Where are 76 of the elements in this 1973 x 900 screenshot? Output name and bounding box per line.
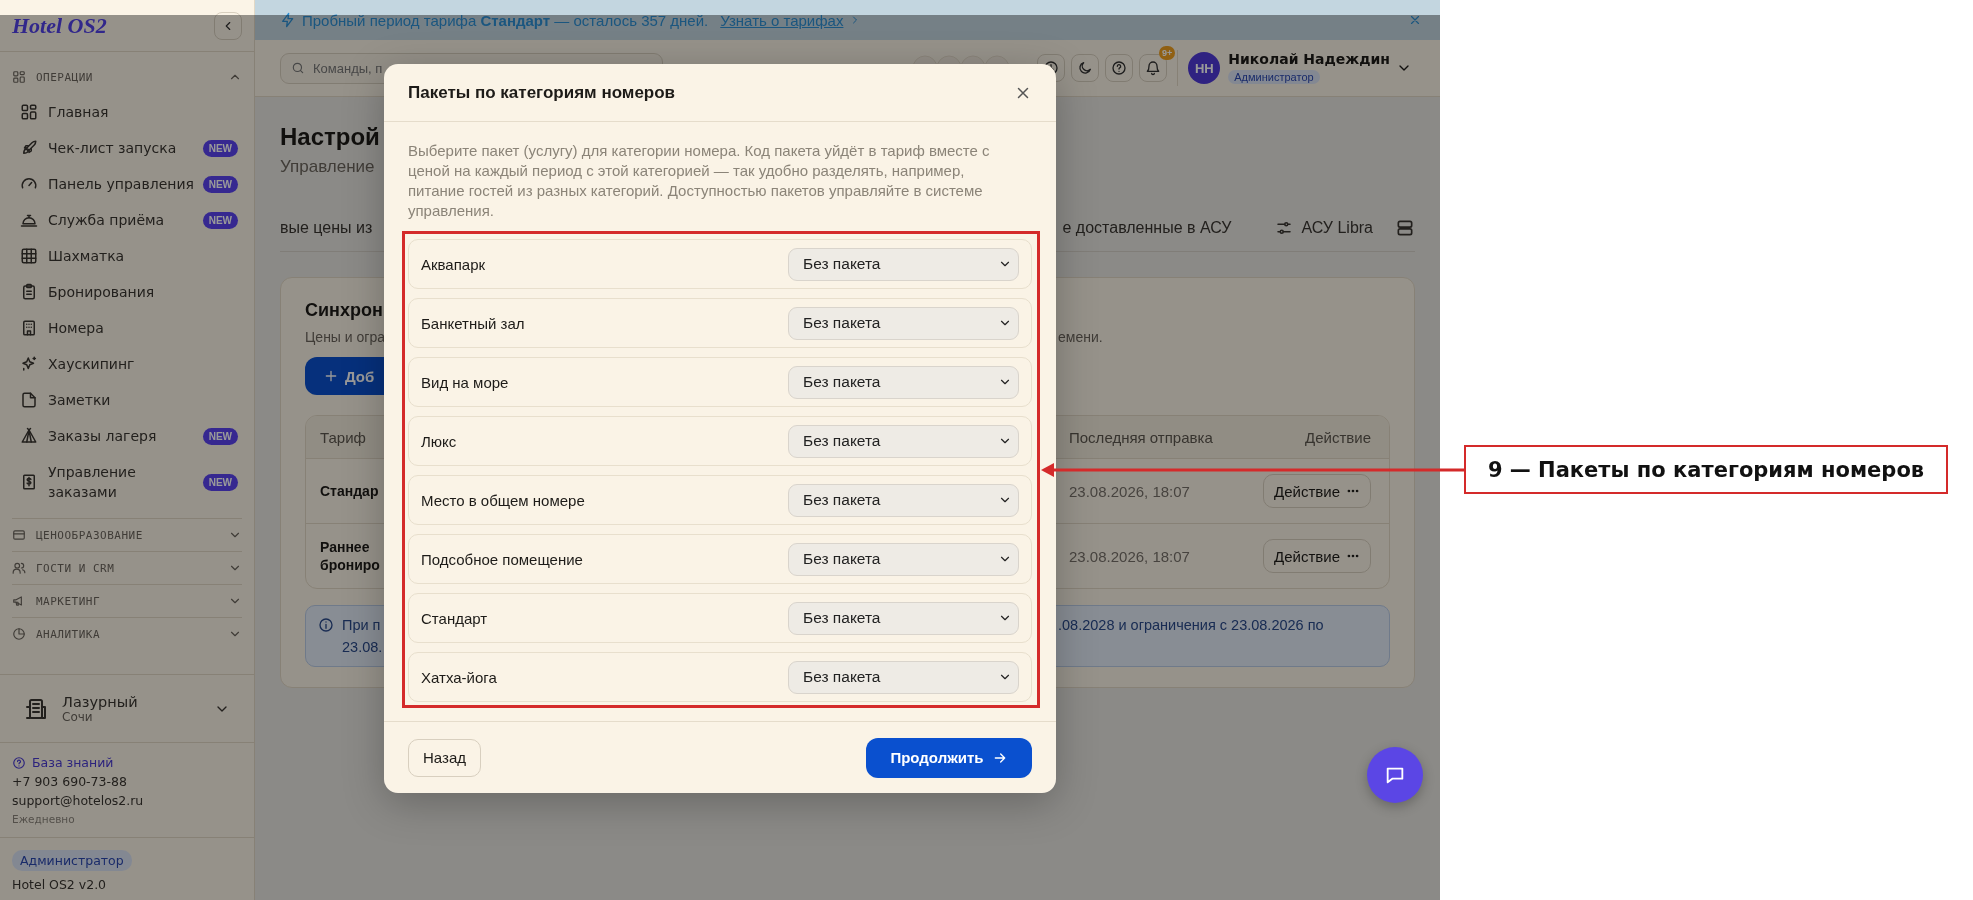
table-cell-text: Стандар [320,482,380,500]
package-select[interactable]: Без пакета [788,601,1019,635]
knowledge-base-link[interactable]: База знаний [12,753,114,772]
package-select[interactable]: Без пакета [788,424,1019,458]
column-header: Действие [1305,428,1371,446]
package-select[interactable]: Без пакета [788,483,1019,517]
category-name: Люкс [421,432,457,450]
tab[interactable]: вые цены из [280,219,373,237]
notice-text: При п [342,617,381,633]
category-name: Хатха-йога [421,668,497,686]
notice-text: 23.08. [342,638,383,657]
continue-button[interactable]: Продолжить [866,737,1032,778]
sidebar-item[interactable]: Хаускипинг [12,346,242,382]
back-button[interactable]: Назад [408,738,481,777]
banner-text: Пробный период тарифа Стандарт — осталось 357 дней. [302,11,709,29]
notice-text: .08.2028 и ограничения с 23.08.2026 по [1058,616,1324,635]
user-name: Николай Надеждин [1228,51,1390,67]
sidebar-item[interactable]: Панель управления [12,166,199,202]
notification-badge: 9+ [1159,46,1176,60]
sidebar-item[interactable]: Заметки [12,382,242,418]
role-badge: Администратор [12,850,132,871]
package-select[interactable]: Без пакета [788,306,1019,340]
action-button[interactable]: Действие [1263,474,1371,508]
section-header[interactable]: ЦЕНООБРАЗОВАНИЕ [12,518,242,551]
category-name: Подсобное помещение [421,550,583,568]
property-selector[interactable]: Лазурный Сочи [0,674,254,742]
sidebar-item[interactable]: Управление заказами [12,454,199,510]
package-select[interactable]: Без пакета [788,247,1019,281]
table-cell-text: 23.08.2026, 18:07 [1069,547,1191,565]
category-name: Место в общем номере [421,491,585,509]
sidebar-item[interactable]: Бронирования [12,274,242,310]
card-description: емени. [1058,329,1103,345]
new-badge: NEW [202,427,238,445]
new-badge: NEW [202,175,238,193]
app-logo: Hotel OS2 [12,12,107,39]
tab[interactable]: АСУ Libra [1275,219,1373,237]
package-select[interactable]: Без пакета [788,660,1019,694]
section-header[interactable]: МАРКЕТИНГ [12,584,242,617]
category-name: Стандарт [421,609,488,627]
callout-label: 9 — Пакеты по категориям номеров [1464,445,1948,494]
table-cell-text: 23.08.2026, 18:07 [1069,482,1191,500]
support-phone: +7 903 690-73-88 [12,773,128,791]
section-header[interactable]: АНАЛИТИКА [12,617,242,650]
sidebar-item[interactable]: Заказы лагеря [12,418,199,454]
new-badge: NEW [202,211,238,229]
section-header[interactable]: ГОСТИ И CRM [12,551,242,584]
sidebar-item[interactable]: Служба приёма [12,202,199,238]
column-header: Тариф [320,428,366,446]
support-hours: Ежедневно [12,812,76,827]
card-description: Цены и огра [305,329,385,345]
role-badge: Администратор [1228,70,1320,84]
dialog-description: Выберите пакет (услугу) для категории номера. Код пакета уйдёт в тариф вместе с ценой на каждый период с этой категорией — так удобно разделять, например, питание гостей из разных категорий. Доступностью пакетов управляйте в системе управления. [408,141,991,221]
sidebar-item[interactable]: Главная [12,94,242,130]
column-header: Последняя отправка [1069,428,1213,446]
category-name: Аквапарк [421,255,486,273]
section-header[interactable]: ОПЕРАЦИИ [12,64,242,90]
tab[interactable]: е доставленные в АСУ [1062,219,1232,237]
dialog-title: Пакеты по категориям номеров [408,82,676,103]
package-select[interactable]: Без пакета [788,365,1019,399]
table-cell-text: Раннее брониро [320,538,381,574]
action-button[interactable]: Действие [1263,539,1371,573]
sidebar-item[interactable]: Чек-лист запуска [12,130,199,166]
package-select[interactable]: Без пакета [788,542,1019,576]
category-name: Банкетный зал [421,314,525,332]
sidebar-item[interactable]: Номера [12,310,242,346]
page-subtitle: Управление [280,157,375,177]
add-button[interactable]: Доб [305,357,384,395]
page-title: Настрой [280,123,380,151]
support-email: support@hotelos2.ru [12,792,145,810]
new-badge: NEW [202,139,238,157]
new-badge: NEW [202,473,238,491]
app-version: Hotel OS2 v2.0 [12,877,108,892]
user-avatar: НН [1188,52,1221,84]
category-name: Вид на море [421,373,509,391]
sidebar-item[interactable]: Шахматка [12,238,242,274]
card-title: Синхрон [305,300,383,321]
